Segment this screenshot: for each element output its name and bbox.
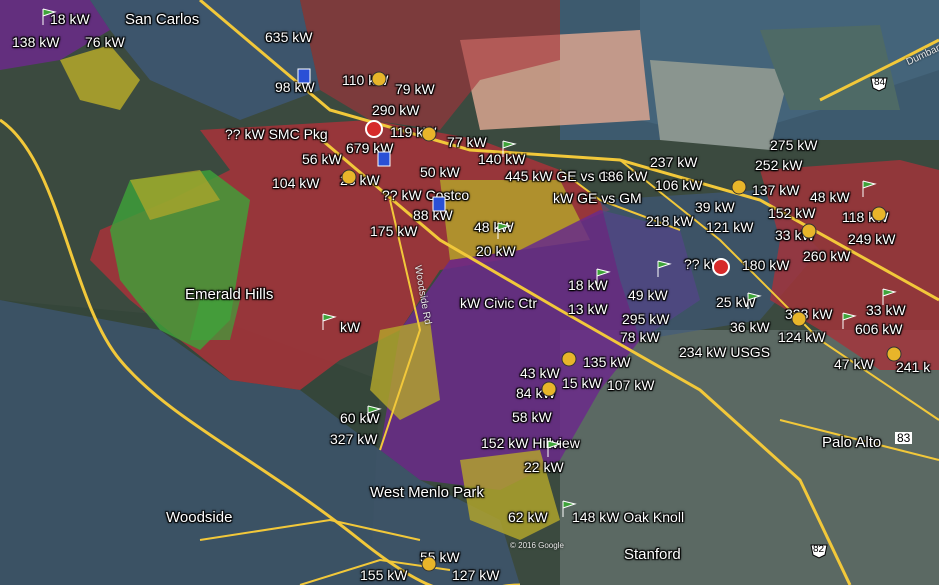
kw-label: 175 kW [370,223,418,239]
flag-marker-icon[interactable] [745,292,763,310]
kw-label: 56 kW [302,151,342,167]
kw-label: 49 kW [628,287,668,303]
sun-marker-icon[interactable] [340,168,358,186]
kw-label: 58 kW [512,409,552,425]
place-stanford: Stanford [624,546,681,563]
shield-marker-icon[interactable] [295,67,313,85]
kw-label: 43 kW [520,365,560,381]
flag-marker-icon[interactable] [840,312,858,330]
kw-label: 121 kW [706,219,754,235]
kw-label: 50 kW [420,164,460,180]
sun-marker-icon[interactable] [800,222,818,240]
kw-label: 275 kW [770,137,818,153]
kw-label: 20 kW [476,243,516,259]
kw-label: 290 kW [372,102,420,118]
kw-label: 78 kW [620,329,660,345]
kw-label: 135 kW [583,354,631,370]
place-san-carlos: San Carlos [125,11,200,28]
pin-marker-icon[interactable] [375,150,393,168]
highway-83-label: 83 [895,431,913,445]
target-marker-icon[interactable] [712,258,730,276]
kw-label: ?? kW Costco [382,187,470,203]
kw-label: 155 kW [360,567,408,583]
kw-label: 186 kW [600,168,648,184]
kw-label: 22 kW [524,459,564,475]
flag-marker-icon[interactable] [545,440,563,458]
kw-label: 635 kW [265,29,313,45]
kw-label: 249 kW [848,231,896,247]
kw-label: 48 kW [810,189,850,205]
kw-label: 606 kW [855,321,903,337]
kw-label: 152 kW Hillview [481,435,580,451]
kw-label: 137 kW [752,182,800,198]
flag-marker-icon[interactable] [655,260,673,278]
kw-label: 76 kW [85,34,125,50]
pin-marker-icon[interactable] [430,195,448,213]
kw-label: 327 kW [330,431,378,447]
kw-label: 148 kW Oak Knoll [572,509,685,525]
kw-label: 295 kW [622,311,670,327]
flag-marker-icon[interactable] [365,405,383,423]
kw-label: 107 kW [607,377,655,393]
kw-label: 15 kW [562,375,602,391]
flag-marker-icon[interactable] [560,500,578,518]
kw-label: 260 kW [803,248,851,264]
sun-marker-icon[interactable] [790,310,808,328]
kw-label: 36 kW [730,319,770,335]
sun-marker-icon[interactable] [420,555,438,573]
highway-82-label: 82 [813,544,825,555]
target-marker-icon[interactable] [365,120,383,138]
copyright: © 2016 Google [510,541,564,550]
flag-marker-icon[interactable] [880,288,898,306]
sun-marker-icon[interactable] [370,70,388,88]
kw-label: 106 kW [655,177,703,193]
kw-label: 77 kW [447,134,487,150]
sun-marker-icon[interactable] [870,205,888,223]
kw-label: 234 kW USGS [679,344,771,360]
kw-label: 104 kW [272,175,320,191]
kw-label: kW GE vs GM [553,190,642,206]
kw-label: 127 kW [452,567,500,583]
flag-marker-icon[interactable] [495,222,513,240]
kw-label: 237 kW [650,154,698,170]
kw-label: 218 kW [646,213,694,229]
sun-marker-icon[interactable] [730,178,748,196]
place-emerald-hills: Emerald Hills [185,286,274,303]
kw-label: 152 kW [768,205,816,221]
kw-label: 13 kW [568,301,608,317]
flag-marker-icon[interactable] [320,313,338,331]
place-woodside: Woodside [166,509,233,526]
map-canvas[interactable]: San Carlos Emerald Hills West Menlo Park… [0,0,939,585]
sun-marker-icon[interactable] [560,350,578,368]
sun-marker-icon[interactable] [540,380,558,398]
flag-marker-icon[interactable] [594,268,612,286]
kw-label: 39 kW [695,199,735,215]
kw-label: ?? kW SMC Pkg [225,126,328,142]
place-palo-alto: Palo Alto [822,434,882,451]
flag-marker-icon[interactable] [40,8,58,26]
highway-84-label: 84 [874,77,886,88]
kw-label: 138 kW [12,34,60,50]
kw-label: kW Civic Ctr [460,295,537,311]
kw-label: 180 kW [742,257,790,273]
sun-marker-icon[interactable] [420,125,438,143]
kw-label: kW [340,319,361,335]
kw-label: 124 kW [778,329,826,345]
kw-label: 252 kW [755,157,803,173]
kw-label: 62 kW [508,509,548,525]
kw-label: 79 kW [395,81,435,97]
kw-label: 47 kW [834,356,874,372]
flag-marker-icon[interactable] [500,140,518,158]
sun-marker-icon[interactable] [885,345,903,363]
place-west-menlo-park: West Menlo Park [370,484,484,501]
flag-marker-icon[interactable] [860,180,878,198]
